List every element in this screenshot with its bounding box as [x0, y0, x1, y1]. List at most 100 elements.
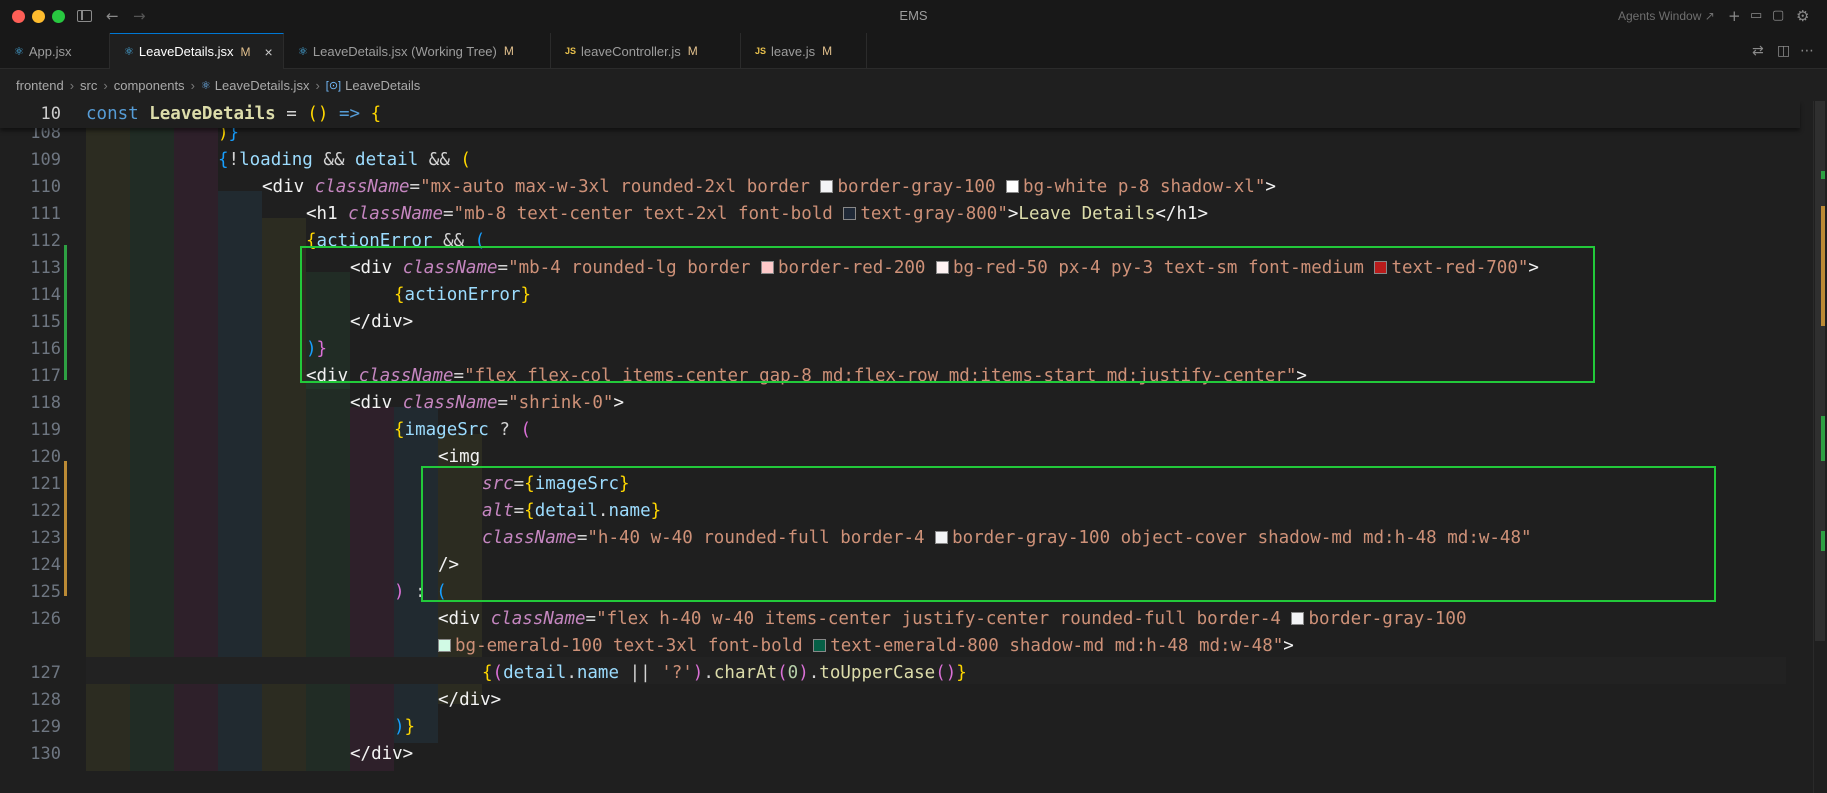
- overview-ruler-mark: [1821, 416, 1825, 461]
- code-line: </div>: [350, 744, 414, 764]
- line-number: 113: [30, 258, 61, 278]
- modified-badge: M: [503, 44, 514, 58]
- code-line: className="h-40 w-40 rounded-full border…: [482, 528, 1532, 548]
- react-icon: ⚛: [200, 79, 211, 92]
- line-number: 115: [30, 312, 61, 332]
- code-line: {actionError}: [394, 285, 531, 305]
- overview-ruler-mark: [1821, 171, 1825, 179]
- indent-guide: [350, 407, 394, 771]
- settings-gear-icon[interactable]: ⚙: [1796, 7, 1809, 25]
- line-number: 117: [30, 366, 61, 386]
- tab-leavedetails-jsx[interactable]: ⚛ LeaveDetails.jsx M ×: [110, 33, 284, 69]
- line-number: 111: [30, 204, 61, 224]
- code-line: alt={detail.name}: [482, 501, 662, 521]
- code-line: {actionError && (: [306, 231, 486, 251]
- new-agent-icon[interactable]: +: [1728, 7, 1741, 25]
- overview-ruler-mark: [1821, 531, 1825, 551]
- indent-guide: [262, 218, 306, 771]
- tab-label: App.jsx: [28, 43, 72, 59]
- breadcrumb-item-src[interactable]: src: [80, 78, 97, 93]
- modified-badge: M: [240, 44, 251, 59]
- split-editor-icon[interactable]: ◫: [1777, 43, 1790, 59]
- code-line: src={imageSrc}: [482, 474, 630, 494]
- tab-app-jsx[interactable]: ⚛ App.jsx: [0, 33, 110, 69]
- code-line: {(detail.name || '?').charAt(0).toUpperC…: [482, 663, 967, 683]
- line-number: 123: [30, 528, 61, 548]
- line-number: 120: [30, 447, 61, 467]
- open-changes-icon[interactable]: ⇄: [1752, 43, 1764, 59]
- code-line: />: [438, 555, 460, 575]
- modified-badge: M: [822, 44, 833, 58]
- code-line: <div className="flex flex-col items-cent…: [306, 366, 1307, 386]
- js-icon: JS: [755, 46, 767, 56]
- line-number: 128: [30, 690, 61, 710]
- line-number: 112: [30, 231, 61, 251]
- tab-label: leave.js: [771, 43, 816, 59]
- chevron-right-icon: ›: [190, 77, 195, 93]
- close-tab-icon[interactable]: ×: [265, 44, 273, 60]
- title-bar: ← → EMS Agents Window ↗ + ▭ ▢ ⚙: [0, 0, 1827, 33]
- sticky-code-line: const LeaveDetails = () => {: [86, 104, 382, 124]
- code-line: <h1 className="mb-8 text-center text-2xl…: [306, 204, 1209, 224]
- tab-leavecontroller-js[interactable]: JS leaveController.js M: [551, 33, 741, 69]
- line-number: 114: [30, 285, 61, 305]
- line-number: 110: [30, 177, 61, 197]
- code-line: </div>: [350, 312, 414, 332]
- code-line: <div className="mb-4 rounded-lg border b…: [350, 258, 1539, 278]
- line-number: 125: [30, 582, 61, 602]
- code-line: <div className="mx-auto max-w-3xl rounde…: [262, 177, 1276, 197]
- indent-guide: [394, 407, 438, 743]
- code-line: <div className="shrink-0">: [350, 393, 624, 413]
- indent-guide: [218, 191, 262, 771]
- line-number: 121: [30, 474, 61, 494]
- git-modified-indicator: [64, 461, 67, 596]
- line-number: 122: [30, 501, 61, 521]
- line-number: 116: [30, 339, 61, 359]
- line-number: 118: [30, 393, 61, 413]
- sticky-scroll-header[interactable]: 10 const LeaveDetails = () => {: [0, 101, 1800, 128]
- react-icon: ⚛: [14, 45, 24, 58]
- breadcrumb-item-file[interactable]: LeaveDetails.jsx: [215, 78, 310, 93]
- code-editor[interactable]: 10 const LeaveDetails = () => { 107 108 …: [0, 101, 1827, 793]
- line-number: 127: [30, 663, 61, 683]
- line-number: 10: [40, 104, 61, 124]
- code-line-wrapped: bg-emerald-100 text-3xl font-bold text-e…: [438, 633, 1294, 660]
- line-number: 130: [30, 744, 61, 764]
- code-line: )}: [394, 717, 416, 737]
- chevron-right-icon: ›: [103, 77, 108, 93]
- vertical-scrollbar[interactable]: [1813, 101, 1827, 793]
- react-icon: ⚛: [124, 46, 134, 58]
- modified-badge: M: [687, 44, 698, 58]
- breadcrumb-item-symbol[interactable]: LeaveDetails: [345, 78, 420, 93]
- code-line: ) : (: [394, 582, 447, 602]
- tab-leave-js[interactable]: JS leave.js M: [741, 33, 867, 69]
- editor-tab-bar: ⚛ App.jsx ⚛ LeaveDetails.jsx M × ⚛ Leave…: [0, 33, 1827, 69]
- breadcrumb: frontend › src › components › ⚛ LeaveDet…: [0, 69, 1827, 101]
- chevron-right-icon: ›: [315, 77, 320, 93]
- react-icon: ⚛: [298, 45, 308, 58]
- line-number: 126: [30, 609, 61, 629]
- agents-window-link[interactable]: Agents Window ↗: [1618, 9, 1715, 23]
- line-number: 129: [30, 717, 61, 737]
- tab-leavedetails-working-tree[interactable]: ⚛ LeaveDetails.jsx (Working Tree) M: [284, 33, 551, 69]
- panel-layout-icon[interactable]: ▭: [1750, 7, 1762, 25]
- code-line: <div className="flex h-40 w-40 items-cen…: [438, 609, 1467, 629]
- indent-guide: [306, 380, 350, 771]
- chat-icon[interactable]: ▢: [1772, 7, 1784, 25]
- breadcrumb-item-components[interactable]: components: [114, 78, 185, 93]
- tab-label: leaveController.js: [581, 43, 681, 59]
- window-title: EMS: [899, 8, 928, 23]
- breadcrumb-item-frontend[interactable]: frontend: [16, 78, 64, 93]
- scrollbar-thumb[interactable]: [1815, 101, 1825, 641]
- code-line: <img: [438, 447, 481, 467]
- js-icon: JS: [565, 46, 577, 56]
- more-actions-icon[interactable]: ⋯: [1800, 43, 1814, 59]
- tab-label: LeaveDetails.jsx: [138, 44, 234, 59]
- git-added-indicator: [64, 245, 67, 380]
- line-number: 119: [30, 420, 61, 440]
- code-line: {imageSrc ? (: [394, 420, 532, 440]
- line-number: 109: [30, 150, 61, 170]
- code-line: )}: [306, 339, 328, 359]
- code-line: </div>: [438, 690, 502, 710]
- chevron-right-icon: ›: [69, 77, 75, 93]
